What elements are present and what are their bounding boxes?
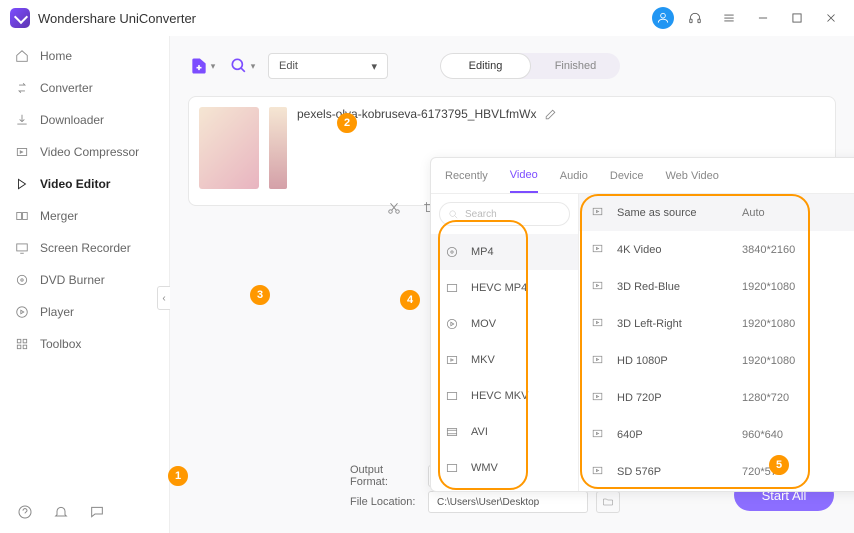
- search-input[interactable]: Search: [439, 202, 570, 226]
- edit-name-icon[interactable]: [544, 108, 557, 121]
- callout-4: 4: [400, 290, 420, 310]
- help-icon[interactable]: [14, 501, 36, 523]
- format-avi[interactable]: AVI: [431, 414, 578, 450]
- callout-3: 3: [250, 285, 270, 305]
- format-panel: Recently Video Audio Device Web Video Se…: [430, 157, 854, 492]
- format-mkv[interactable]: MKV: [431, 342, 578, 378]
- res-1080p[interactable]: HD 1080P1920*1080: [579, 342, 854, 379]
- nav-compressor[interactable]: Video Compressor: [0, 136, 169, 168]
- bell-icon[interactable]: [50, 501, 72, 523]
- format-hevc-mkv[interactable]: HEVC MKV: [431, 378, 578, 414]
- format-mov[interactable]: MOV: [431, 306, 578, 342]
- collapse-sidebar[interactable]: ‹: [157, 286, 171, 310]
- add-file-button[interactable]: ▾: [188, 52, 216, 80]
- tab-video[interactable]: Video: [510, 158, 538, 193]
- headset-icon[interactable]: [682, 5, 708, 31]
- minimize-icon[interactable]: [750, 5, 776, 31]
- browse-folder-icon[interactable]: [596, 491, 620, 513]
- nav-home[interactable]: Home: [0, 40, 169, 72]
- edit-dropdown[interactable]: Edit▾: [268, 53, 388, 79]
- nav-converter[interactable]: Converter: [0, 72, 169, 104]
- app-name: Wondershare UniConverter: [38, 11, 196, 26]
- app-logo: [10, 8, 30, 28]
- close-icon[interactable]: [818, 5, 844, 31]
- nav-merger[interactable]: Merger: [0, 200, 169, 232]
- nav-toolbox[interactable]: Toolbox: [0, 328, 169, 360]
- output-format-label: Output Format:: [350, 464, 420, 488]
- callout-2: 2: [337, 113, 357, 133]
- res-4k[interactable]: 4K Video3840*2160: [579, 231, 854, 268]
- seg-finished[interactable]: Finished: [531, 53, 620, 79]
- maximize-icon[interactable]: [784, 5, 810, 31]
- file-location-field[interactable]: C:\Users\User\Desktop: [428, 491, 588, 513]
- tab-audio[interactable]: Audio: [560, 158, 588, 193]
- tab-device[interactable]: Device: [610, 158, 644, 193]
- nav-video-editor[interactable]: Video Editor: [0, 168, 169, 200]
- res-3d-red-blue[interactable]: 3D Red-Blue1920*1080: [579, 268, 854, 305]
- add-url-button[interactable]: ▾: [228, 52, 256, 80]
- menu-icon[interactable]: [716, 5, 742, 31]
- res-same-as-source[interactable]: Same as sourceAuto: [579, 194, 854, 231]
- nav-dvd-burner[interactable]: DVD Burner: [0, 264, 169, 296]
- main-area: ▾ ▾ Edit▾ Editing Finished pexels-olya-k…: [170, 36, 854, 533]
- nav-player[interactable]: Player: [0, 296, 169, 328]
- res-576p[interactable]: SD 576P720*576: [579, 453, 854, 490]
- nav-screen-recorder[interactable]: Screen Recorder: [0, 232, 169, 264]
- file-name: pexels-olya-kobruseva-6173795_HBVLfmWx: [297, 107, 536, 121]
- tab-recently[interactable]: Recently: [445, 158, 488, 193]
- format-mp4[interactable]: MP4: [431, 234, 578, 270]
- callout-5: 5: [769, 455, 789, 475]
- sidebar: Home Converter Downloader Video Compress…: [0, 36, 170, 533]
- video-thumbnail: [199, 107, 259, 189]
- callout-1: 1: [168, 466, 188, 486]
- format-hevc-mp4[interactable]: HEVC MP4: [431, 270, 578, 306]
- feedback-icon[interactable]: [86, 501, 108, 523]
- format-wmv[interactable]: WMV: [431, 450, 578, 486]
- res-640p[interactable]: 640P960*640: [579, 416, 854, 453]
- file-location-label: File Location:: [350, 496, 420, 508]
- segment-control: Editing Finished: [440, 53, 620, 79]
- res-3d-left-right[interactable]: 3D Left-Right1920*1080: [579, 305, 854, 342]
- user-icon[interactable]: [652, 7, 674, 29]
- res-720p[interactable]: HD 720P1280*720: [579, 379, 854, 416]
- nav-downloader[interactable]: Downloader: [0, 104, 169, 136]
- video-thumbnail-2: [269, 107, 287, 189]
- tab-web-video[interactable]: Web Video: [666, 158, 719, 193]
- seg-editing[interactable]: Editing: [440, 53, 531, 79]
- cut-icon[interactable]: [385, 199, 403, 217]
